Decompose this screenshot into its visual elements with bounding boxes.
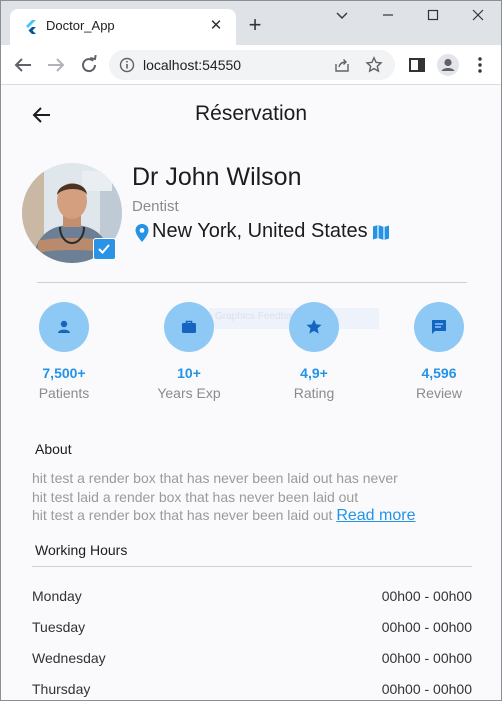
verified-badge-icon: [93, 238, 116, 260]
stat-value: 7,500+: [42, 365, 86, 381]
tab-title: Doctor_App: [46, 18, 115, 33]
hours-row: Monday 00h00 - 00h00: [32, 588, 472, 608]
reload-icon[interactable]: [77, 53, 101, 77]
stat-years-exp: 10+ Years Exp: [129, 302, 249, 401]
stat-review: 4,596 Review: [379, 302, 499, 401]
stat-value: 4,9+: [300, 365, 328, 381]
browser-toolbar: localhost:54550: [1, 45, 501, 85]
star-icon: [306, 319, 322, 334]
doctor-specialty: Dentist: [132, 198, 179, 215]
side-panel-icon[interactable]: [405, 53, 429, 77]
stat-value: 4,596: [421, 365, 457, 381]
hours-day: Monday: [32, 588, 82, 604]
new-tab-icon[interactable]: +: [245, 14, 265, 36]
share-icon[interactable]: [333, 56, 351, 74]
briefcase-icon: [182, 320, 196, 333]
app-viewport: Réservation Dr John Wilson Dentist New Y…: [1, 86, 501, 700]
hours-row: Wednesday 00h00 - 00h00: [32, 650, 472, 670]
read-more-link[interactable]: Read more: [336, 507, 415, 524]
flutter-icon: [26, 20, 36, 34]
stat-label: Years Exp: [157, 385, 221, 401]
browser-window: Doctor_App ✕ + localhost:54550 Réservati…: [0, 0, 502, 701]
stat-label: Review: [416, 385, 462, 401]
back-icon[interactable]: [11, 53, 35, 77]
about-line: hit test a render box that has never bee…: [32, 470, 398, 486]
stat-label: Patients: [38, 385, 90, 401]
url-text[interactable]: localhost:54550: [143, 57, 241, 73]
stat-icon-circle: [289, 302, 339, 352]
hours-time: 00h00 - 00h00: [381, 681, 472, 697]
page-title: Réservation: [194, 102, 308, 125]
minimize-icon[interactable]: [377, 6, 399, 26]
person-icon: [58, 320, 70, 333]
hours-day: Thursday: [32, 681, 91, 697]
close-tab-icon[interactable]: ✕: [208, 18, 224, 34]
doctor-location: New York, United States: [152, 220, 368, 242]
working-hours-title: Working Hours: [35, 542, 128, 558]
browser-tab[interactable]: Doctor_App ✕: [10, 9, 236, 45]
message-icon: [432, 320, 446, 334]
info-icon[interactable]: [119, 57, 135, 73]
map-icon[interactable]: [372, 224, 390, 241]
forward-icon[interactable]: [44, 53, 68, 77]
stat-value: 10+: [177, 365, 201, 381]
hours-time: 00h00 - 00h00: [381, 619, 472, 635]
hours-row: Thursday 00h00 - 00h00: [32, 681, 472, 700]
hours-time: 00h00 - 00h00: [381, 650, 472, 666]
working-hours-divider: [32, 566, 472, 567]
hours-day: Tuesday: [32, 619, 86, 635]
doctor-name: Dr John Wilson: [132, 163, 302, 191]
stat-icon-circle: [414, 302, 464, 352]
hours-time: 00h00 - 00h00: [381, 588, 472, 604]
stat-patients: 7,500+ Patients: [4, 302, 124, 401]
stat-rating: 4,9+ Rating: [254, 302, 374, 401]
stat-label: Rating: [293, 385, 335, 401]
stat-icon-circle: [164, 302, 214, 352]
menu-kebab-icon[interactable]: [468, 53, 492, 77]
tab-strip: Doctor_App ✕ +: [1, 1, 501, 45]
address-bar[interactable]: localhost:54550: [109, 50, 395, 80]
about-title: About: [35, 441, 72, 457]
about-line: hit test laid a render box that has neve…: [32, 488, 359, 505]
location-pin-icon: [135, 224, 149, 242]
hours-row: Tuesday 00h00 - 00h00: [32, 619, 472, 639]
profile-avatar-icon[interactable]: [436, 53, 460, 77]
maximize-icon[interactable]: [422, 6, 444, 26]
tab-search-icon[interactable]: [331, 6, 353, 26]
about-text: hit test a render box that has never bee…: [32, 469, 472, 526]
stat-icon-circle: [39, 302, 89, 352]
close-window-icon[interactable]: [467, 6, 489, 26]
hours-day: Wednesday: [32, 650, 106, 666]
about-line: hit test a render box that has never bee…: [32, 507, 333, 523]
profile-divider: [37, 282, 467, 283]
bookmark-star-icon[interactable]: [365, 56, 383, 74]
